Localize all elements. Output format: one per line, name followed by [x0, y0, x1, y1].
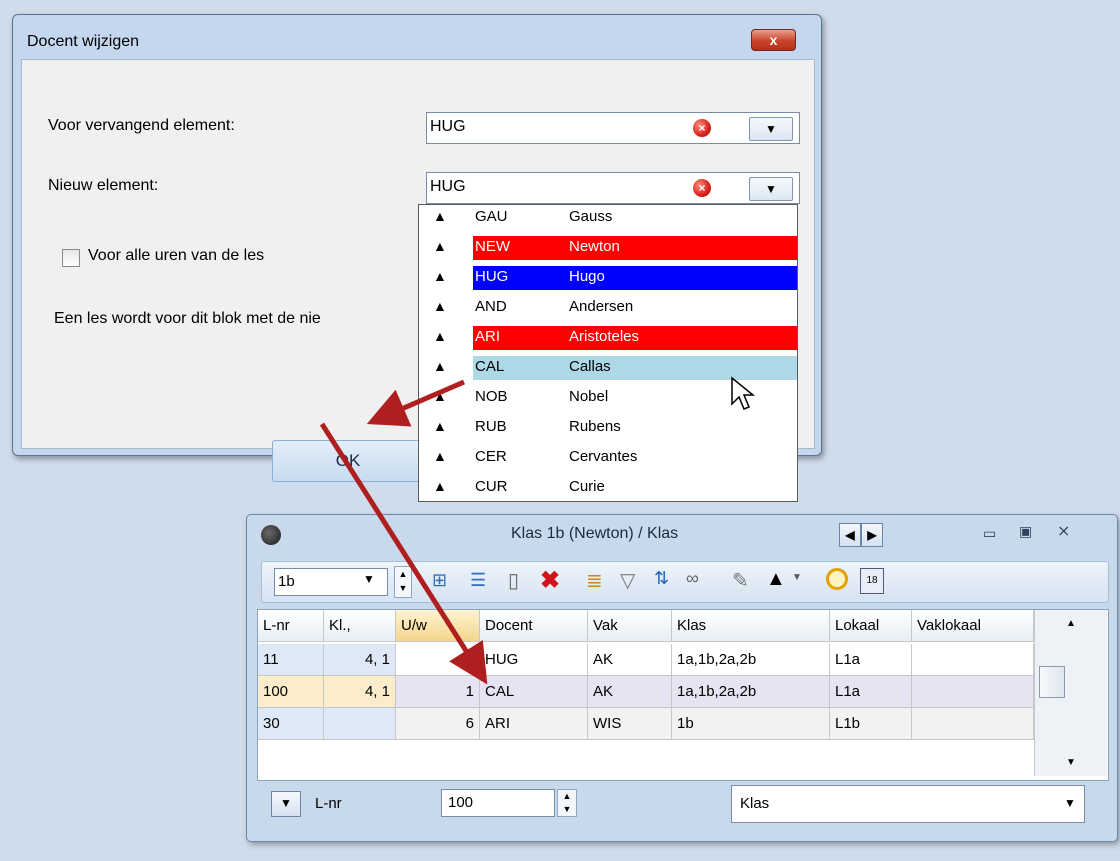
arrow-to-grid	[319, 422, 488, 685]
annotation-arrows	[319, 379, 488, 685]
arrow-to-ok	[366, 379, 465, 427]
mouse-pointer-icon	[731, 376, 756, 410]
